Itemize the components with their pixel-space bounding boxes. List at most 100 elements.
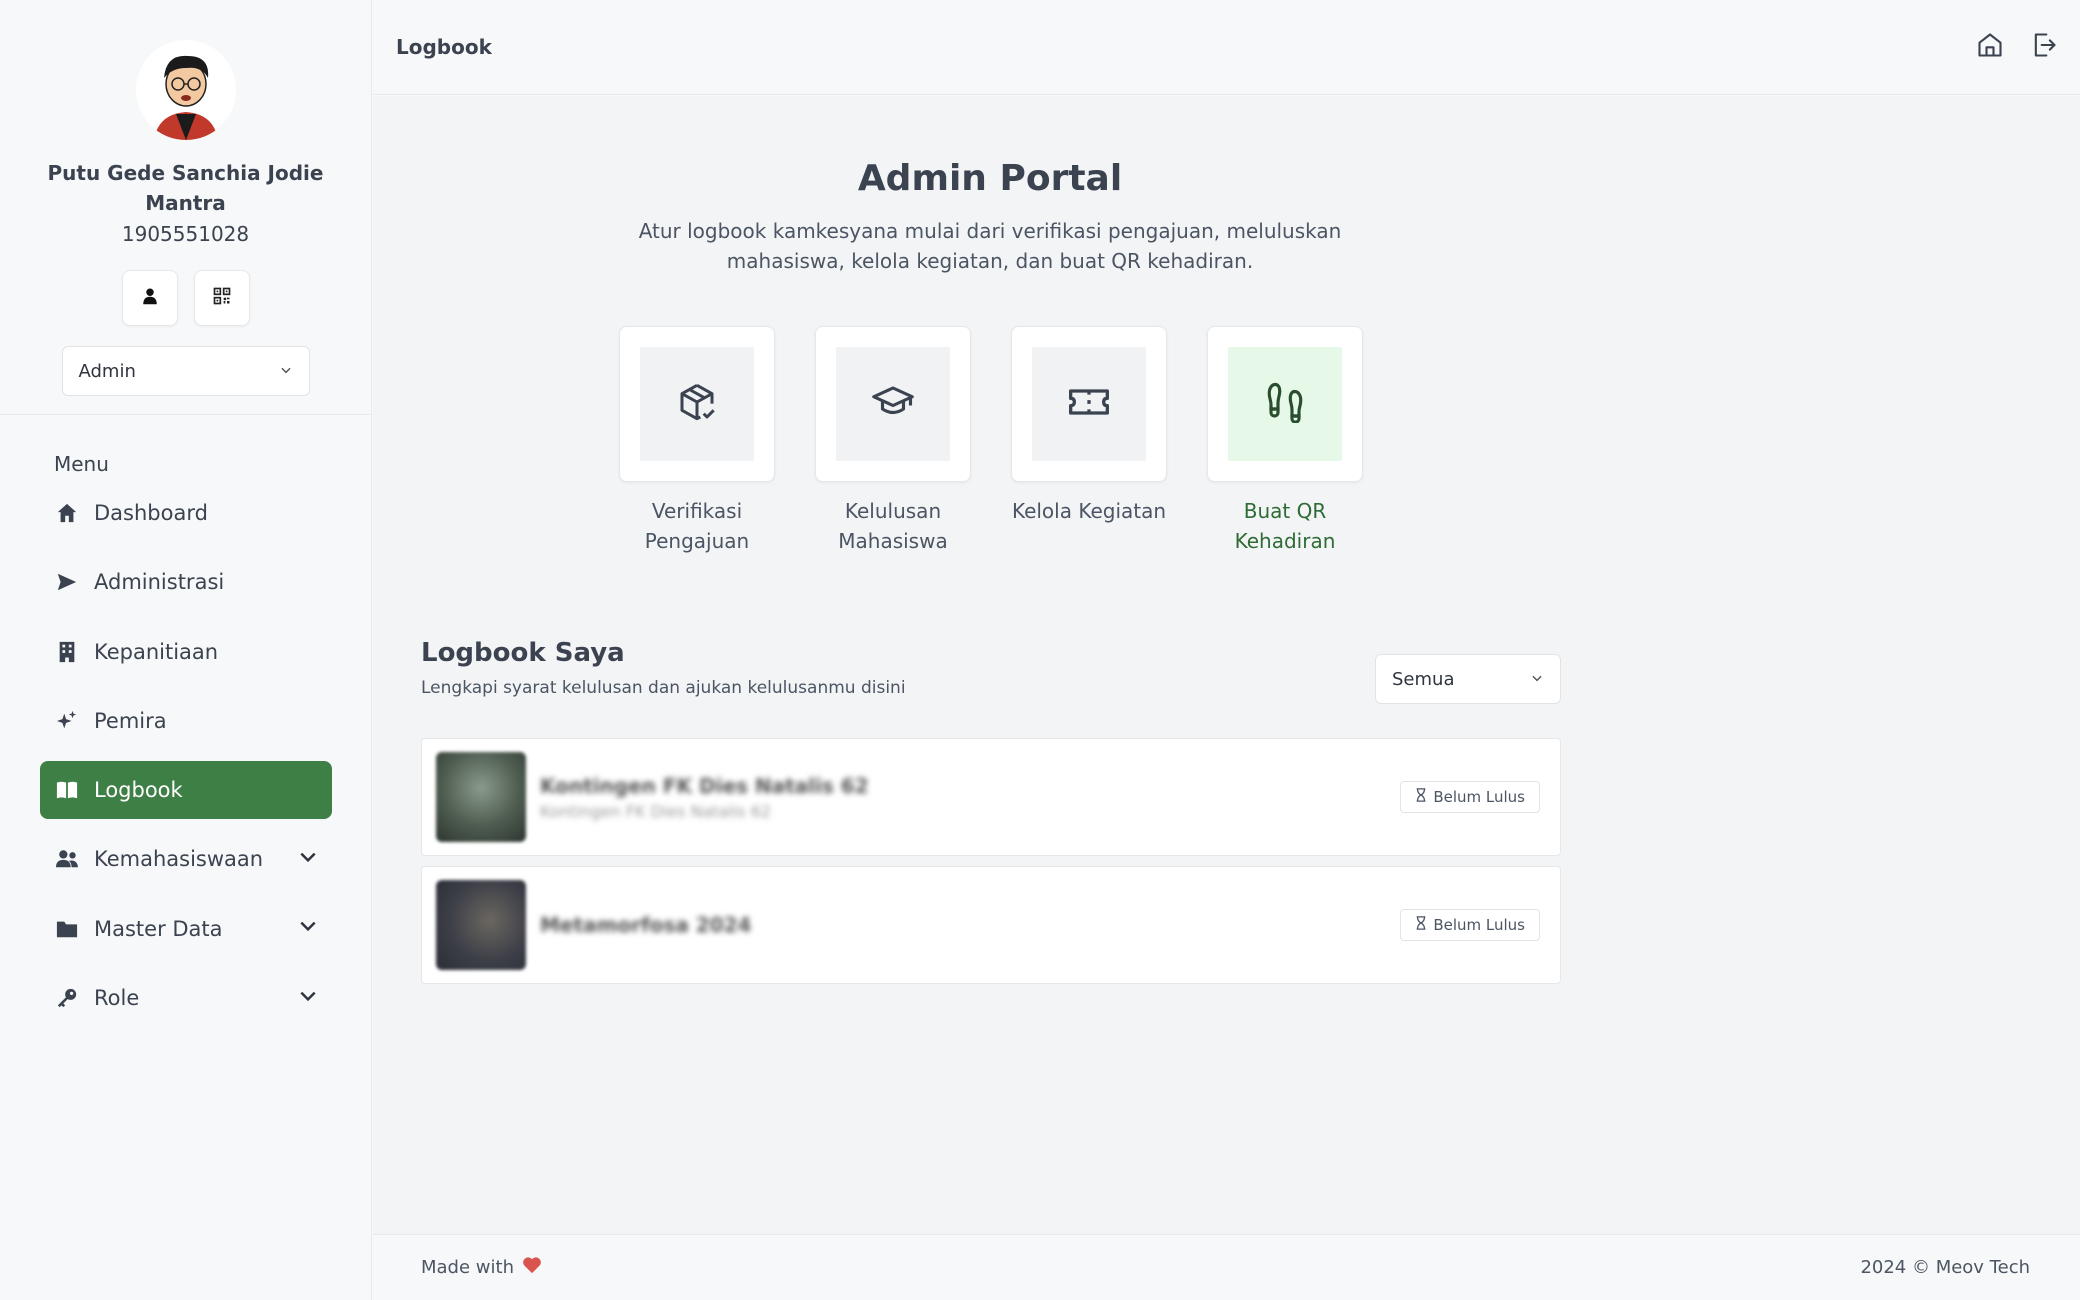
sidebar-item-label: Dashboard <box>94 501 208 525</box>
role-select[interactable]: Admin <box>61 346 310 396</box>
quick-action-icon-box <box>1032 347 1146 461</box>
logout-icon <box>2030 33 2058 63</box>
logbook-entry-title: Metamorfosa 2024 <box>540 913 752 937</box>
list-item[interactable]: Kontingen FK Dies Natalis 62 Kontingen F… <box>421 738 1561 856</box>
quick-action-label: Verifikasi Pengajuan <box>644 499 750 553</box>
quick-action-card[interactable] <box>815 326 971 482</box>
sidebar-menu: Dashboard Administrasi Kepanitiaan Pemir… <box>40 484 332 1038</box>
quick-action-icon-box <box>1228 347 1342 461</box>
status-badge: Belum Lulus <box>1400 909 1540 941</box>
sidebar-item-label: Kemahasiswaan <box>94 847 264 872</box>
folder-icon <box>54 916 80 942</box>
sidebar-item-label: Role <box>94 986 140 1011</box>
quick-action-buat-qr-kehadiran[interactable]: Buat QR Kehadiran <box>1207 326 1363 556</box>
quick-action-icon-box <box>836 347 950 461</box>
home-button[interactable] <box>1976 31 2004 63</box>
sidebar-item-kemahasiswaan[interactable]: Kemahasiswaan <box>40 830 332 888</box>
main-content: Admin Portal Atur logbook kamkesyana mul… <box>373 96 2080 1234</box>
status-badge-label: Belum Lulus <box>1433 916 1525 934</box>
logbook-thumbnail <box>436 880 526 970</box>
home-icon <box>54 500 80 526</box>
book-icon <box>54 777 80 803</box>
logbook-entry-text: Kontingen FK Dies Natalis 62 Kontingen F… <box>540 774 1400 821</box>
sidebar-item-label: Master Data <box>94 916 223 941</box>
sidebar-item-dashboard[interactable]: Dashboard <box>40 484 332 542</box>
chevron-down-icon <box>298 847 318 872</box>
building-icon <box>54 639 80 665</box>
logout-button[interactable] <box>2030 31 2058 63</box>
sidebar-item-administrasi[interactable]: Administrasi <box>40 553 332 611</box>
logbook-entry-subtitle: Kontingen FK Dies Natalis 62 <box>540 801 772 821</box>
sidebar-item-master-data[interactable]: Master Data <box>40 900 332 958</box>
profile-name: Putu Gede Sanchia Jodie Mantra <box>47 161 324 215</box>
list-item[interactable]: Metamorfosa 2024 Belum Lulus <box>421 866 1561 984</box>
quick-actions: Verifikasi Pengajuan Kelulusan Mahasiswa <box>619 326 1363 556</box>
menu-title: Menu <box>54 452 109 476</box>
quick-action-card[interactable] <box>619 326 775 482</box>
topbar-actions <box>1976 31 2058 63</box>
chevron-down-icon <box>1530 669 1544 690</box>
home-icon <box>1976 33 2004 63</box>
hourglass-icon <box>1415 788 1427 806</box>
qr-code-button[interactable] <box>193 270 250 326</box>
status-badge-label: Belum Lulus <box>1433 788 1525 806</box>
avatar <box>135 40 236 140</box>
sidebar-item-kepanitiaan[interactable]: Kepanitiaan <box>40 623 332 681</box>
logbook-title: Logbook Saya <box>421 638 625 668</box>
quick-action-verifikasi-pengajuan[interactable]: Verifikasi Pengajuan <box>619 326 775 556</box>
quick-action-label: Buat QR Kehadiran <box>1234 499 1336 553</box>
quick-action-kelola-kegiatan[interactable]: Kelola Kegiatan <box>1011 326 1167 556</box>
profile-actions <box>121 270 250 326</box>
profile-id: 1905551028 <box>121 222 250 246</box>
quick-action-kelulusan-mahasiswa[interactable]: Kelulusan Mahasiswa <box>815 326 971 556</box>
quick-action-label: Kelola Kegiatan <box>1011 499 1167 523</box>
hourglass-icon <box>1415 916 1427 934</box>
topbar: Logbook <box>373 0 2080 95</box>
sidebar-item-logbook[interactable]: Logbook <box>40 761 332 820</box>
sidebar-item-pemira[interactable]: Pemira <box>40 692 332 750</box>
filter-select-value: Semua <box>1392 668 1455 690</box>
footer-made-with: Made with <box>421 1256 542 1279</box>
footer-copyright: 2024 © Meov Tech <box>1860 1257 2030 1278</box>
users-icon <box>54 846 80 872</box>
package-check-icon <box>677 382 717 426</box>
graduation-cap-icon <box>872 381 914 427</box>
sidebar-item-role[interactable]: Role <box>40 969 332 1027</box>
sidebar: Putu Gede Sanchia Jodie Mantra 190555102… <box>0 0 372 1300</box>
chevron-down-icon <box>298 986 318 1011</box>
chevron-down-icon <box>298 916 318 941</box>
footer-made-with-text: Made with <box>421 1257 514 1278</box>
quick-action-card[interactable] <box>1011 326 1167 482</box>
portal-title: Admin Portal <box>857 158 1123 199</box>
footer: Made with 2024 © Meov Tech <box>373 1234 2080 1300</box>
sidebar-item-label: Logbook <box>94 778 183 803</box>
send-icon <box>54 569 80 595</box>
sparkles-icon <box>54 708 80 734</box>
key-icon <box>54 985 80 1011</box>
logbook-entry-title: Kontingen FK Dies Natalis 62 <box>540 773 869 798</box>
quick-action-card[interactable] <box>1207 326 1363 482</box>
portal-description: Atur logbook kamkesyana mulai dari verif… <box>638 219 1342 273</box>
ticket-icon <box>1067 380 1111 428</box>
quick-action-icon-box <box>640 347 754 461</box>
sidebar-item-label: Pemira <box>94 708 167 733</box>
sidebar-divider <box>0 414 372 415</box>
chevron-down-icon <box>279 361 293 382</box>
logbook-subtitle: Lengkapi syarat kelulusan dan ajukan kel… <box>421 678 906 698</box>
profile-button[interactable] <box>121 270 178 326</box>
profile-section: Putu Gede Sanchia Jodie Mantra 190555102… <box>0 0 371 396</box>
sidebar-item-label: Administrasi <box>94 570 225 595</box>
role-select-value: Admin <box>78 360 136 382</box>
user-icon <box>141 287 159 309</box>
logbook-entry-text: Metamorfosa 2024 <box>540 913 1400 937</box>
page-title: Logbook <box>396 35 492 59</box>
heart-icon <box>522 1256 542 1279</box>
status-badge: Belum Lulus <box>1400 781 1540 813</box>
logbook-filter-select[interactable]: Semua <box>1375 654 1561 704</box>
logbook-header: Logbook Saya Lengkapi syarat kelulusan d… <box>421 638 906 698</box>
footprints-icon <box>1264 381 1306 427</box>
logbook-thumbnail <box>436 752 526 842</box>
qr-code-icon <box>212 286 232 310</box>
quick-action-label: Kelulusan Mahasiswa <box>838 499 948 553</box>
logbook-list: Kontingen FK Dies Natalis 62 Kontingen F… <box>421 738 1561 994</box>
